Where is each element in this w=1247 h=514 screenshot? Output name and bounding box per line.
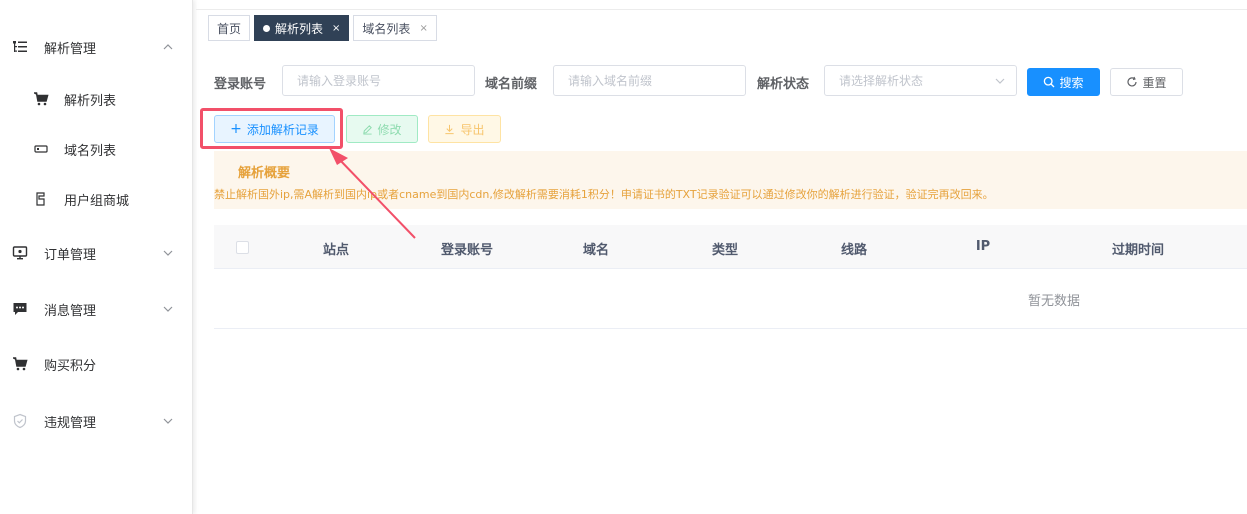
header-divider [196, 9, 1247, 10]
notice-alert: 解析概要 禁止解析国外ip,需A解析到国内ip或者cname到国内cdn,修改解… [214, 151, 1247, 209]
chevron-down-icon [162, 247, 174, 259]
tab-label: 域名列表 [362, 21, 411, 36]
menu-label: 域名列表 [64, 143, 117, 159]
search-button-label: 搜索 [1059, 75, 1084, 90]
search-button[interactable]: 搜索 [1027, 68, 1100, 96]
menu-label: 解析列表 [64, 93, 117, 109]
status-label: 解析状态 [757, 77, 810, 92]
menu-dns-list[interactable]: 解析列表 [0, 79, 193, 119]
notice-title: 解析概要 [238, 166, 291, 181]
close-icon[interactable]: × [419, 23, 427, 34]
prefix-input[interactable]: 请输入域名前缀 [553, 65, 746, 96]
status-select[interactable]: 请选择解析状态 [824, 65, 1017, 96]
menu-dns-management[interactable]: 解析管理 [0, 27, 193, 67]
table-empty-row: 暂无数据 [214, 269, 1247, 329]
account-input[interactable]: 请输入登录账号 [282, 65, 475, 96]
prefix-label: 域名前缀 [485, 77, 538, 92]
select-all-checkbox[interactable] [236, 241, 249, 254]
sidebar: 解析管理 解析列表 域名列表 用户组商城 订单管理 消息管理 购买积分 违规管理 [0, 0, 193, 514]
tags-view: 首页 解析列表 × 域名列表 × [208, 15, 441, 41]
empty-text: 暂无数据 [1027, 294, 1081, 309]
menu-domain-list[interactable]: 域名列表 [0, 129, 193, 169]
tab-domain-list[interactable]: 域名列表 × [353, 15, 437, 41]
column-type: 类型 [711, 243, 739, 258]
column-line: 线路 [840, 243, 868, 258]
shield-icon [12, 413, 28, 429]
domain-card-icon [33, 141, 49, 157]
prefix-placeholder: 请输入域名前缀 [568, 74, 653, 88]
menu-order-management[interactable]: 订单管理 [0, 233, 193, 273]
tab-home[interactable]: 首页 [208, 15, 251, 41]
reset-button[interactable]: 重置 [1110, 68, 1183, 96]
edit-button[interactable]: 修改 [346, 115, 418, 143]
chevron-down-icon [162, 303, 174, 315]
menu-message-management[interactable]: 消息管理 [0, 289, 193, 329]
highlight-box [200, 108, 343, 149]
column-expire-time: 过期时间 [1111, 243, 1165, 258]
table-header: 站点 登录账号 域名 类型 线路 IP 过期时间 [214, 225, 1247, 269]
store-icon [33, 191, 49, 207]
menu-label: 购买积分 [44, 358, 97, 374]
status-placeholder: 请选择解析状态 [839, 74, 924, 88]
account-label: 登录账号 [214, 77, 267, 92]
export-button[interactable]: 导出 [428, 115, 501, 143]
menu-label: 解析管理 [44, 41, 97, 57]
chevron-down-icon [994, 75, 1006, 90]
column-domain: 域名 [582, 243, 610, 258]
tab-label: 解析列表 [275, 21, 324, 36]
menu-user-group-store[interactable]: 用户组商城 [0, 179, 193, 219]
menu-label: 违规管理 [44, 415, 97, 431]
column-site: 站点 [322, 243, 350, 258]
column-account: 登录账号 [440, 243, 494, 258]
close-icon[interactable]: × [332, 23, 340, 34]
chevron-down-icon [162, 415, 174, 427]
monitor-icon [12, 245, 28, 261]
reset-button-label: 重置 [1142, 75, 1167, 90]
menu-label: 消息管理 [44, 303, 97, 319]
edit-label: 修改 [377, 122, 402, 137]
list-tree-icon [12, 39, 28, 55]
account-placeholder: 请输入登录账号 [297, 74, 382, 88]
edit-icon [362, 124, 373, 135]
notice-text: 禁止解析国外ip,需A解析到国内ip或者cname到国内cdn,修改解析需要消耗… [214, 188, 994, 201]
cart-icon [12, 356, 28, 372]
column-ip: IP [975, 239, 991, 254]
cart-icon [33, 91, 49, 107]
menu-label: 用户组商城 [64, 193, 130, 209]
tab-label: 首页 [217, 21, 242, 36]
export-label: 导出 [460, 122, 485, 137]
chevron-up-icon [162, 41, 174, 53]
refresh-icon [1126, 76, 1138, 88]
menu-label: 订单管理 [44, 247, 97, 263]
menu-buy-points[interactable]: 购买积分 [0, 344, 193, 384]
message-icon [12, 301, 28, 317]
menu-violation-management[interactable]: 违规管理 [0, 401, 193, 441]
tab-dns-list[interactable]: 解析列表 × [254, 15, 350, 41]
active-dot-icon [263, 24, 271, 32]
search-icon [1043, 76, 1055, 88]
download-icon [444, 124, 455, 135]
